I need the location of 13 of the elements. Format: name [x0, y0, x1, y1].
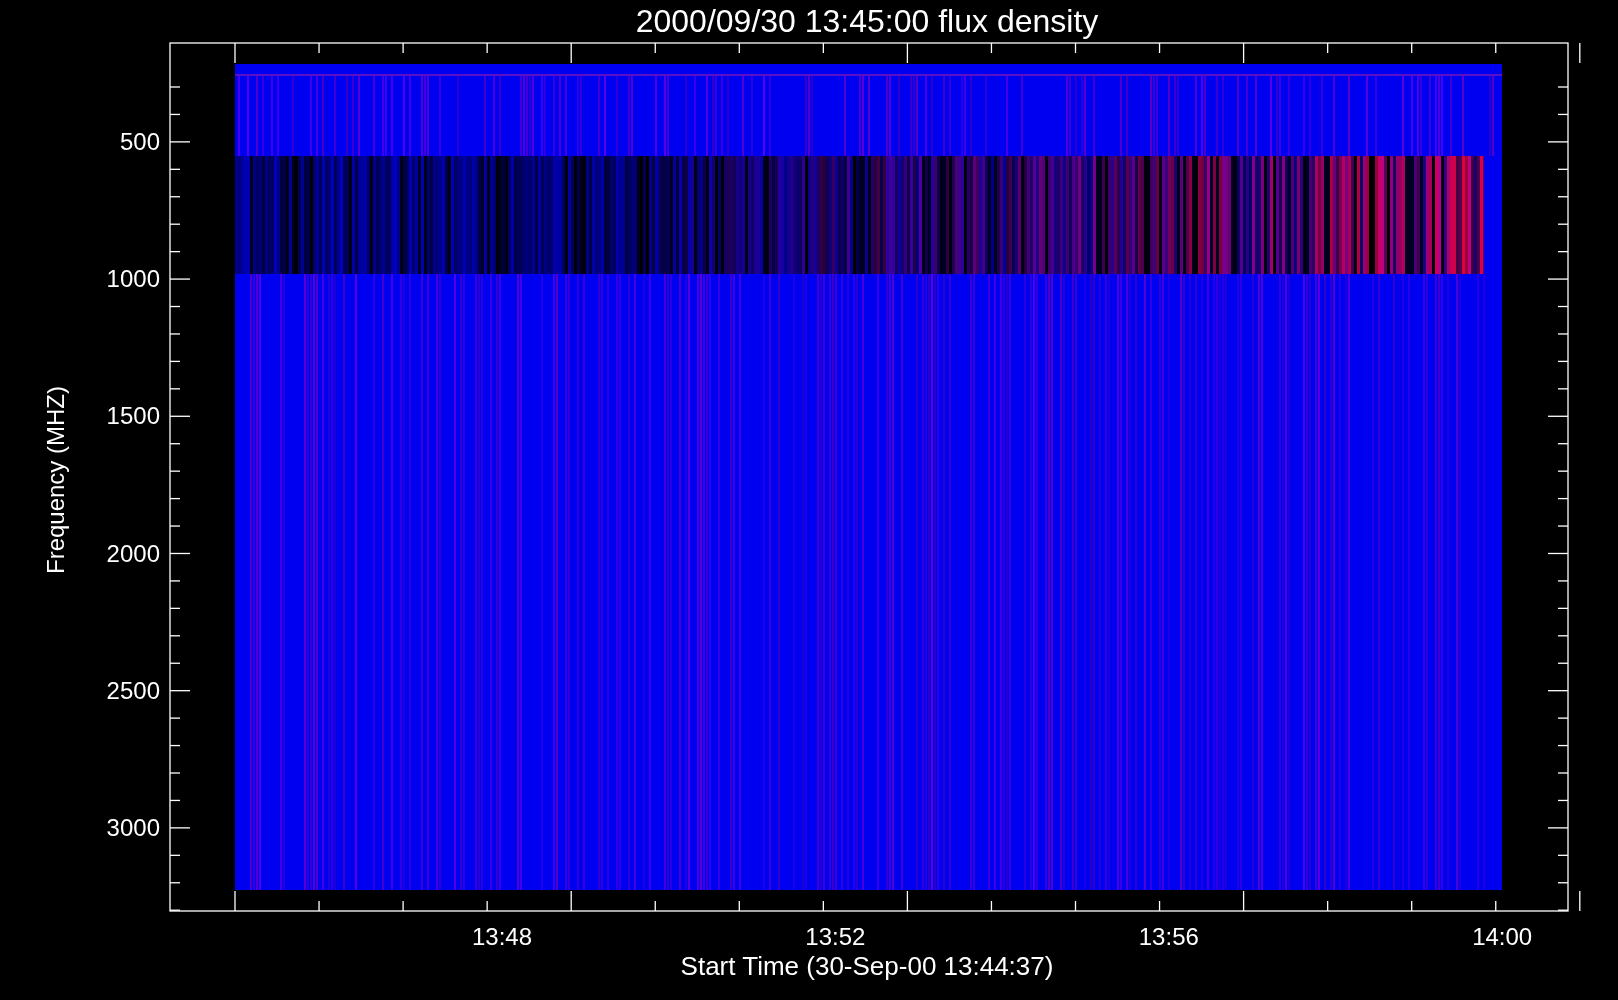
tick-label: 2000 [106, 539, 160, 567]
tick-label: 13:52 [805, 923, 866, 950]
plot-title: 2000/09/30 13:45:00 flux density [635, 3, 1099, 39]
tick-label: 13:48 [471, 923, 533, 950]
tick-label: 2500 [106, 676, 160, 704]
axis-label: Start Time (30-Sep-00 13:44:37) [680, 951, 1054, 981]
tick-label: 500 [119, 128, 160, 155]
axis-label: Frequency (MHZ) [42, 386, 69, 574]
tick-label: 14:00 [1472, 923, 1533, 950]
tick-label: 13:56 [1138, 923, 1199, 950]
tick-label: 1000 [106, 265, 160, 293]
tick-label: 3000 [106, 814, 160, 841]
tick-label: 1500 [106, 402, 160, 430]
